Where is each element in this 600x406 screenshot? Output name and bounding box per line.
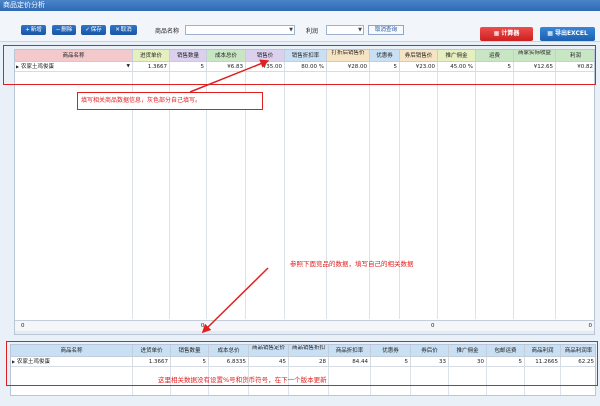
toolbar: +新增 −删除 ✓保存 ✕取消 商品名称 ▼ 利润 ▼ 取消查询 ▦ 计算器 ▦… bbox=[0, 11, 600, 42]
annotation-note: 这里相关数据没有设置%号和货币符号，在下一个版本更新 bbox=[158, 376, 327, 384]
column-body bbox=[476, 72, 514, 319]
chevron-down-icon: ▼ bbox=[289, 27, 293, 33]
export-excel-button[interactable]: ▦ 导出EXCEL bbox=[540, 27, 595, 41]
chevron-down-icon: ▼ bbox=[358, 27, 362, 33]
grid-icon: ▦ bbox=[547, 30, 555, 37]
column-body bbox=[556, 72, 594, 319]
highlight-box bbox=[3, 45, 596, 85]
cancel-button[interactable]: ✕取消 bbox=[110, 25, 137, 35]
calculator-button[interactable]: ▦ 计算器 bbox=[480, 27, 533, 41]
app-window: 商品定价分析 +新增 −删除 ✓保存 ✕取消 商品名称 ▼ 利润 ▼ 取消查询 … bbox=[0, 0, 600, 406]
product-name-label: 商品名称 bbox=[155, 28, 180, 35]
column-body bbox=[327, 72, 370, 319]
window-title: 商品定价分析 bbox=[0, 0, 600, 11]
column-body bbox=[285, 72, 327, 319]
column-body bbox=[400, 72, 438, 319]
column-body bbox=[514, 72, 556, 319]
save-button[interactable]: ✓保存 bbox=[81, 25, 106, 35]
add-button[interactable]: +新增 bbox=[21, 25, 46, 35]
product-name-select[interactable]: ▼ bbox=[185, 25, 295, 35]
cancel-query-button[interactable]: 取消查询 bbox=[368, 25, 404, 35]
annotation-note: 参照下面竞品的数据，填写自己的相关数据 bbox=[290, 260, 414, 268]
delete-button[interactable]: −删除 bbox=[52, 25, 76, 35]
profit-select[interactable]: ▼ bbox=[326, 25, 364, 35]
close-icon: ✕ bbox=[115, 27, 120, 33]
plus-icon: + bbox=[25, 27, 30, 33]
minus-icon: − bbox=[55, 27, 61, 33]
grid-footer: 0000 bbox=[15, 320, 594, 331]
annotation-note: 填写相关商品数据信息，灰色部分自己填写。 bbox=[77, 92, 263, 110]
profit-label: 利润 bbox=[306, 28, 319, 35]
horizontal-scrollbar[interactable] bbox=[15, 331, 594, 334]
column-body bbox=[370, 72, 400, 319]
column-body bbox=[438, 72, 476, 319]
check-icon: ✓ bbox=[85, 27, 90, 33]
